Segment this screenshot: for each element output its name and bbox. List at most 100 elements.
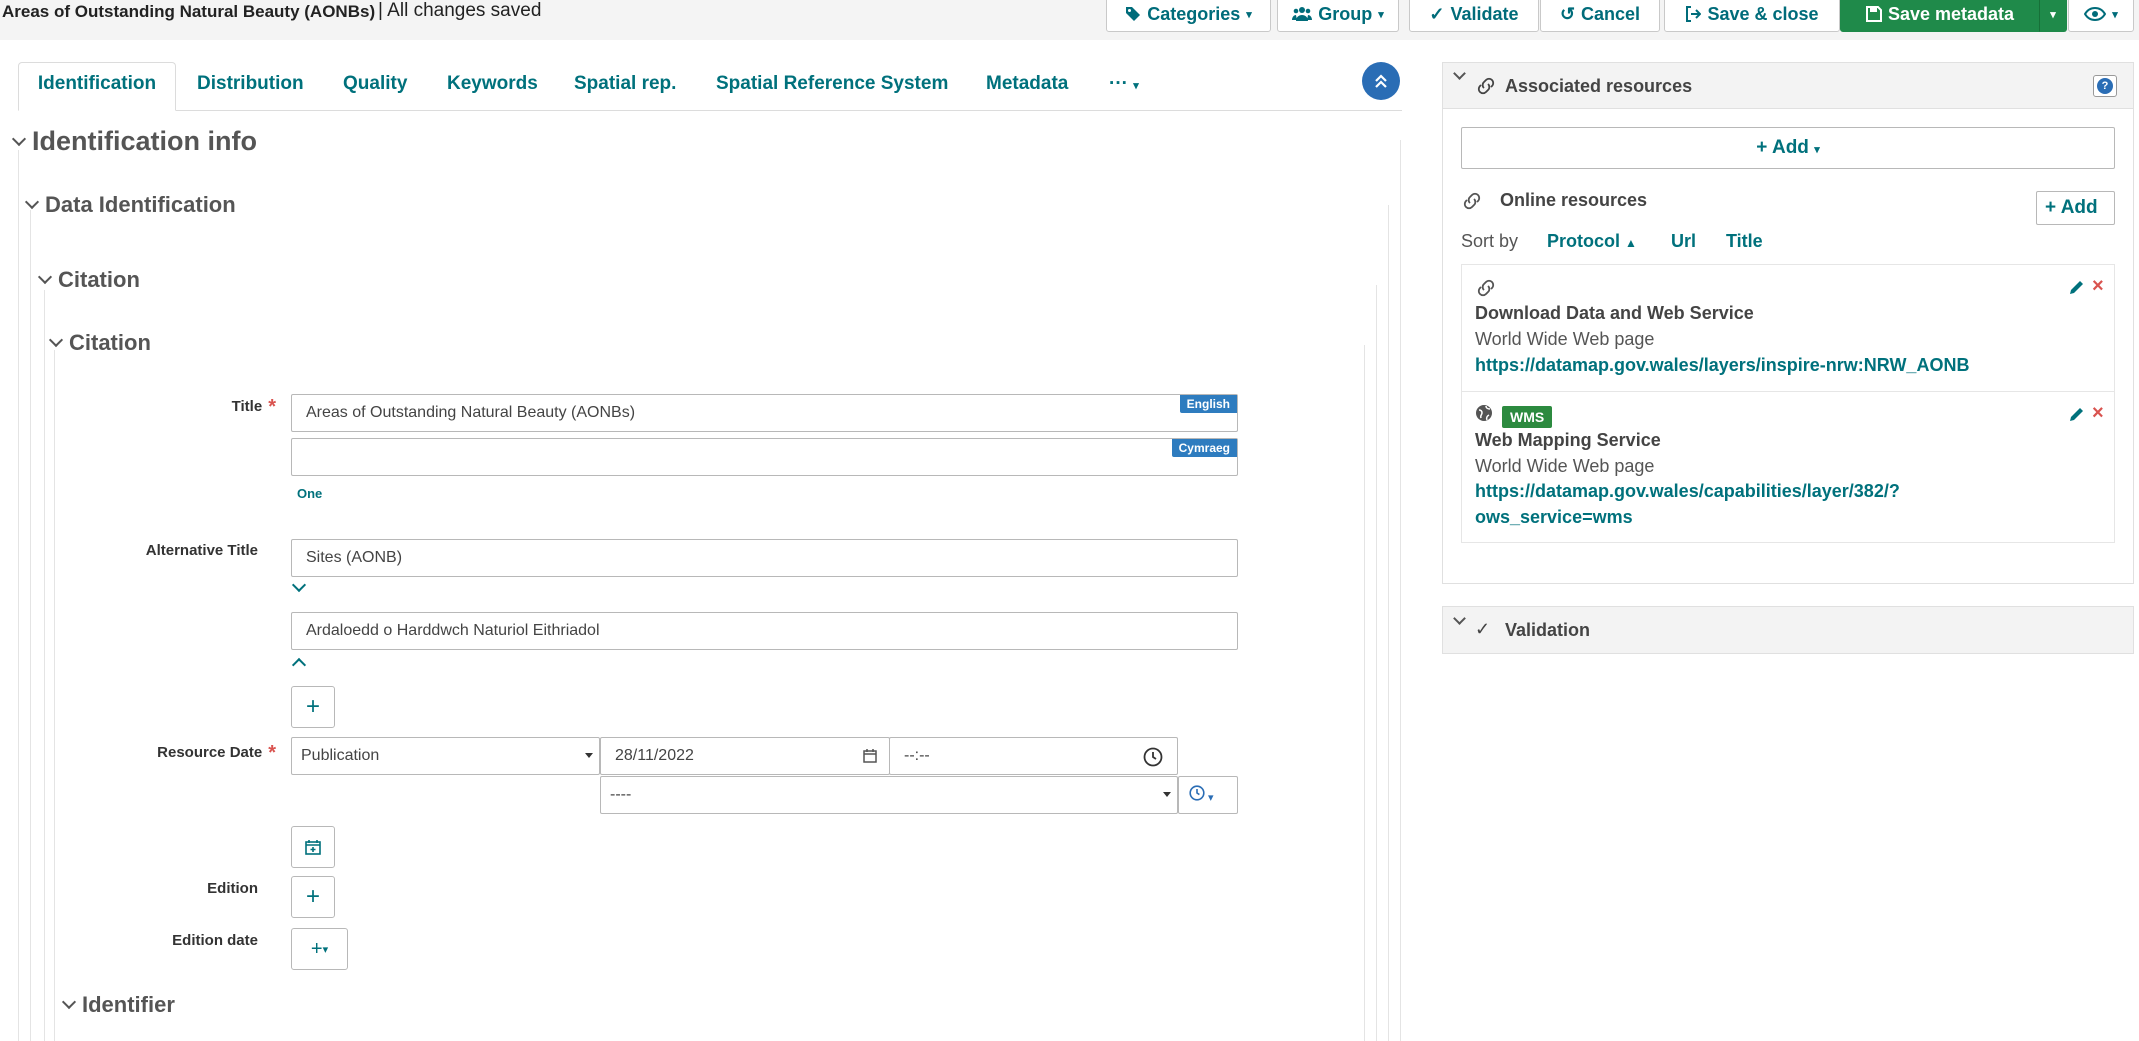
- one-language-link[interactable]: One: [297, 486, 322, 501]
- caret-up-icon: ▲: [1625, 236, 1637, 250]
- eye-icon: [2084, 7, 2107, 21]
- alt-title-input-2[interactable]: Ardaloedd o Harddwch Naturiol Eithriadol: [291, 612, 1238, 650]
- add-resource-button[interactable]: + Add ▾: [1461, 127, 2115, 169]
- wms-badge: WMS: [1502, 406, 1553, 428]
- caret-down-icon: ▾: [2050, 8, 2056, 21]
- collapse-all-button[interactable]: [1362, 62, 1400, 100]
- sort-protocol-link[interactable]: Protocol ▲: [1547, 231, 1637, 252]
- link-icon: [1463, 192, 1481, 210]
- tab-identification[interactable]: Identification: [18, 62, 176, 111]
- chevron-down-icon: [37, 269, 53, 285]
- tab-spatial-rep[interactable]: Spatial rep.: [574, 73, 676, 111]
- edition-date-label: Edition date: [172, 932, 258, 949]
- plus-icon: +: [305, 883, 320, 910]
- add-online-resource-button[interactable]: + Add: [2036, 191, 2115, 225]
- plus-icon: +: [310, 937, 323, 960]
- lang-badge-english: English: [1179, 395, 1237, 413]
- check-icon: ✓: [1429, 3, 1445, 24]
- resource-date-label: Resource Date *: [157, 742, 276, 764]
- add-date-button[interactable]: [291, 826, 335, 868]
- group-button[interactable]: Group ▾: [1277, 0, 1399, 32]
- save-metadata-button[interactable]: Save metadata: [1840, 0, 2040, 32]
- date-input[interactable]: 28/11/2022: [600, 737, 890, 775]
- calendar-plus-icon: [305, 840, 321, 855]
- clock-icon: [1143, 747, 1163, 767]
- validation-title: Validation: [1505, 620, 1591, 640]
- add-alt-title-button[interactable]: +: [291, 686, 335, 728]
- clock-icon: [1189, 785, 1205, 801]
- tab-more[interactable]: ··· ▾: [1109, 73, 1139, 111]
- associated-resources-header[interactable]: Associated resources ?: [1443, 63, 2133, 109]
- save-close-button[interactable]: Save & close: [1664, 0, 1840, 32]
- validation-panel[interactable]: ✓ Validation: [1442, 606, 2134, 654]
- tab-distribution[interactable]: Distribution: [197, 73, 304, 111]
- help-button[interactable]: ?: [2093, 75, 2117, 97]
- pencil-icon[interactable]: [2067, 279, 2085, 297]
- tab-spatial-reference-system[interactable]: Spatial Reference System: [716, 73, 948, 111]
- plus-icon: +: [2045, 197, 2057, 218]
- timezone-select[interactable]: ----: [600, 776, 1178, 814]
- tab-metadata[interactable]: Metadata: [986, 73, 1068, 111]
- tag-icon: [1126, 7, 1141, 21]
- resource-card: WMS × Web Mapping Service World Wide Web…: [1461, 391, 2115, 543]
- record-title: Areas of Outstanding Natural Beauty (AON…: [2, 2, 376, 21]
- tab-quality[interactable]: Quality: [343, 73, 407, 111]
- save-icon: [1865, 6, 1882, 22]
- title-input-welsh[interactable]: Cymraeg: [291, 438, 1238, 476]
- title-input-english[interactable]: Areas of Outstanding Natural Beauty (AON…: [291, 394, 1238, 432]
- remove-icon[interactable]: ×: [2092, 275, 2104, 298]
- remove-icon[interactable]: ×: [2092, 402, 2104, 425]
- chevron-down-icon: [1453, 612, 1466, 625]
- plus-icon: +: [305, 693, 320, 720]
- categories-button[interactable]: Categories ▾: [1106, 0, 1271, 32]
- resource-url[interactable]: https://datamap.gov.wales/capabilities/l…: [1475, 481, 1900, 502]
- tab-keywords[interactable]: Keywords: [447, 73, 538, 111]
- associated-resources-title: Associated resources: [1505, 76, 1693, 96]
- validate-button[interactable]: ✓ Validate: [1409, 0, 1539, 32]
- resource-url-continued[interactable]: ows_service=wms: [1475, 507, 1633, 528]
- editor-toolbar: Areas of Outstanding Natural Beauty (AON…: [0, 0, 2139, 40]
- resource-title: Web Mapping Service: [1475, 430, 1661, 450]
- time-options-button[interactable]: ▾: [1178, 776, 1238, 814]
- sign-out-icon: [1686, 6, 1702, 22]
- resource-type: World Wide Web page: [1475, 329, 1655, 349]
- section-citation[interactable]: Citation: [37, 267, 140, 293]
- link-icon: [1477, 279, 1495, 297]
- alt-title-input-1[interactable]: Sites (AONB): [291, 539, 1238, 577]
- section-identifier[interactable]: Identifier: [61, 992, 175, 1018]
- users-icon: [1292, 7, 1313, 21]
- pencil-icon[interactable]: [2067, 406, 2085, 424]
- link-icon: [1477, 77, 1495, 95]
- add-edition-button[interactable]: +: [291, 876, 335, 918]
- edition-label: Edition: [207, 880, 258, 897]
- add-edition-date-button[interactable]: + ▾: [291, 928, 348, 970]
- chevron-down-icon: [48, 332, 64, 348]
- sort-by-label: Sort by: [1461, 231, 1519, 251]
- date-type-select[interactable]: Publication: [291, 737, 600, 775]
- undo-icon: ↺: [1559, 3, 1576, 24]
- lang-badge-welsh: Cymraeg: [1171, 439, 1237, 457]
- chevron-up-icon[interactable]: [291, 657, 307, 673]
- time-input[interactable]: --:--: [889, 737, 1178, 775]
- cancel-button[interactable]: ↺ Cancel: [1540, 0, 1660, 32]
- chevron-down-icon[interactable]: [291, 577, 307, 593]
- section-data-identification[interactable]: Data Identification: [24, 192, 236, 218]
- resource-type: World Wide Web page: [1475, 456, 1655, 476]
- check-icon: ✓: [1475, 619, 1491, 639]
- calendar-icon: [863, 749, 877, 763]
- chevron-down-icon: [1453, 67, 1466, 80]
- title-label: Title *: [231, 396, 276, 418]
- save-options-dropdown[interactable]: ▾: [2039, 0, 2067, 32]
- view-mode-button[interactable]: ▾: [2068, 0, 2134, 32]
- online-resources-title: Online resources: [1500, 190, 1648, 210]
- section-citation-inner[interactable]: Citation: [48, 330, 151, 356]
- section-identification-info[interactable]: Identification info: [11, 126, 257, 157]
- chevron-down-icon: [61, 994, 77, 1010]
- globe-icon: [1476, 405, 1492, 421]
- plus-icon: +: [1756, 137, 1768, 158]
- question-icon: ?: [2097, 78, 2113, 94]
- resource-title: Download Data and Web Service: [1475, 303, 1754, 323]
- sort-title-link[interactable]: Title: [1726, 231, 1763, 252]
- resource-url[interactable]: https://datamap.gov.wales/layers/inspire…: [1475, 355, 1969, 376]
- sort-url-link[interactable]: Url: [1671, 231, 1696, 252]
